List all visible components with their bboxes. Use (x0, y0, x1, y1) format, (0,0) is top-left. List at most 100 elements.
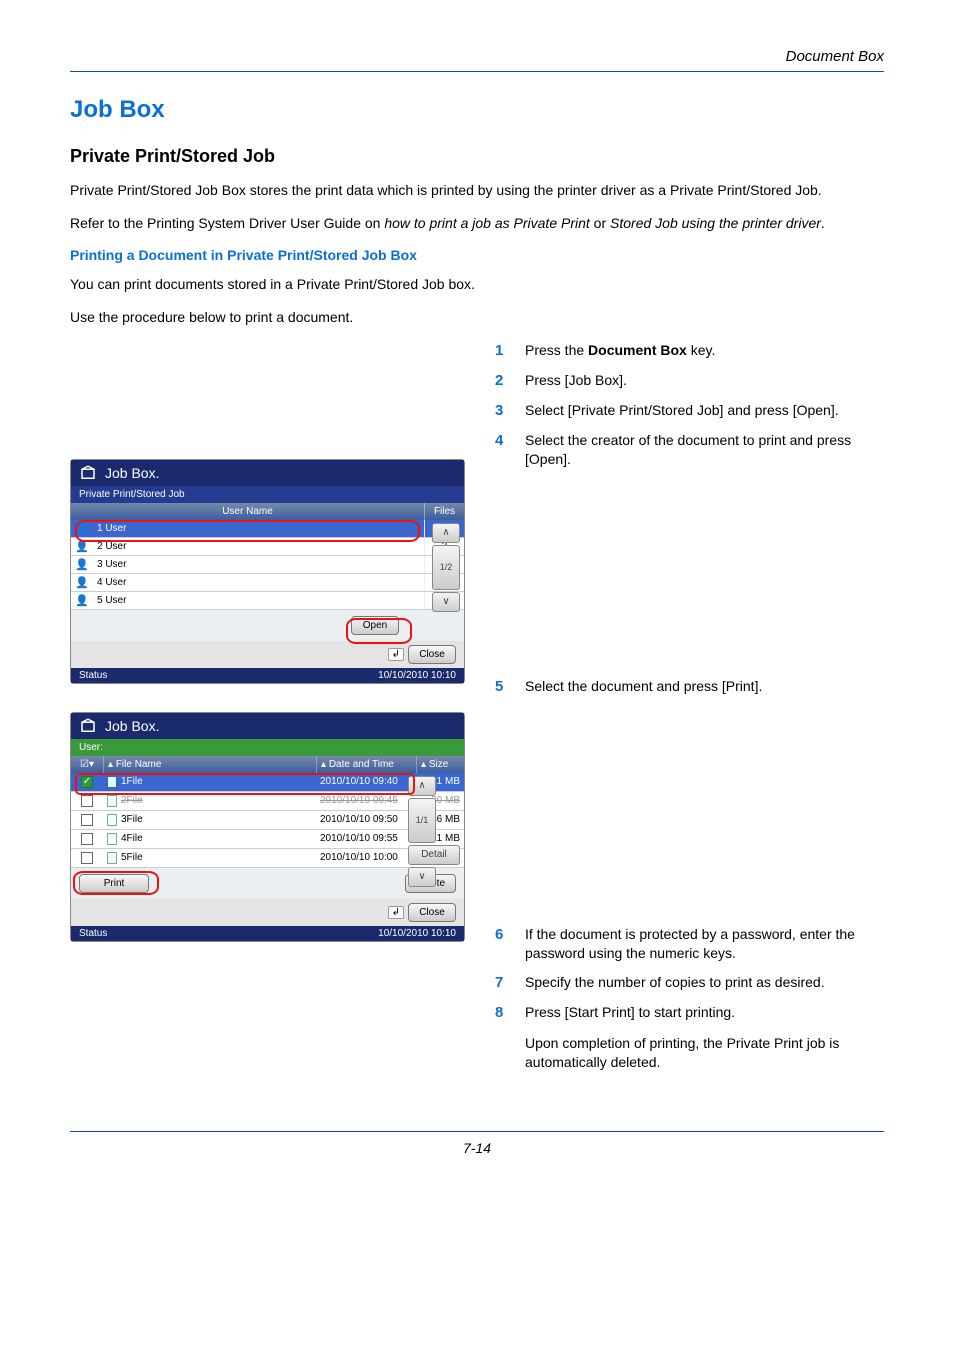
panel2-row-1-name: 1File (121, 776, 143, 787)
user-icon: 👤 (71, 594, 93, 607)
panel2-row-3-date: 2010/10/10 09:50 (316, 811, 416, 828)
checkbox-icon[interactable] (81, 795, 93, 807)
panel1-title: Job Box. (105, 465, 159, 481)
panel1-row-5[interactable]: 👤 5 User 1 (71, 592, 464, 610)
panel2-col-size[interactable]: ▴ Size (416, 756, 464, 773)
section-title: Job Box (70, 96, 884, 124)
panel2-list: ✓ 1File 2010/10/10 09:40 21 MB 2File 201… (71, 773, 464, 868)
panel2-row-2-date: 2010/10/10 09:45 (316, 792, 416, 809)
step-4: 4Select the creator of the document to p… (495, 431, 884, 469)
document-icon (107, 833, 117, 845)
step-8: 8Press [Start Print] to start printing. (495, 1003, 884, 1023)
panel1-row-3-name: 3 User (93, 556, 424, 573)
step-5: 5Select the document and press [Print]. (495, 677, 884, 697)
panel1-subbar: Private Print/Stored Job (71, 486, 464, 503)
checkbox-icon[interactable] (81, 833, 93, 845)
panel2-title: Job Box. (105, 718, 159, 734)
subsection-title: Private Print/Stored Job (70, 146, 884, 167)
step-1-b: Document Box (588, 342, 687, 358)
open-button[interactable]: Open (351, 616, 399, 635)
panel1-row-1-name: 1 User (93, 520, 424, 537)
panel2-row-1[interactable]: ✓ 1File 2010/10/10 09:40 21 MB (71, 773, 464, 792)
header-rule (70, 71, 884, 72)
step-2-text: Press [Job Box]. (525, 371, 627, 391)
scroll-up-button[interactable]: ∧ (432, 523, 460, 543)
step-1-a: Press the (525, 342, 588, 358)
panel1-col-files[interactable]: Files (424, 503, 464, 520)
scroll-down-button[interactable]: ∨ (408, 867, 436, 887)
header-title: Document Box (70, 48, 884, 65)
panel2-titlebar: Job Box. (71, 713, 464, 739)
box-icon (79, 717, 97, 735)
checkbox-icon[interactable] (81, 852, 93, 864)
panel1-row-5-name: 5 User (93, 592, 424, 609)
panel2-col-size-text: Size (429, 759, 448, 770)
checkbox-icon[interactable] (81, 814, 93, 826)
user-icon: 👤 (71, 540, 93, 553)
page-indicator: 1/1 (408, 798, 436, 843)
detail-button[interactable]: Detail (408, 845, 460, 865)
checkbox-checked-icon[interactable]: ✓ (81, 776, 93, 788)
step-6: 6If the document is protected by a passw… (495, 925, 884, 963)
scroll-down-button[interactable]: ∨ (432, 592, 460, 612)
link-title: Printing a Document in Private Print/Sto… (70, 247, 884, 263)
step-list: 1 Press the Document Box key. 2Press [Jo… (495, 341, 884, 470)
paragraph-canprint: You can print documents stored in a Priv… (70, 275, 884, 294)
enter-icon: ↲ (388, 906, 404, 919)
panel1-row-1[interactable]: 👤 1 User 5 (71, 520, 464, 538)
step-4-text: Select the creator of the document to pr… (525, 431, 884, 469)
document-icon (107, 852, 117, 864)
panel2-col-date-text: Date and Time (329, 759, 394, 770)
print-button[interactable]: Print (79, 874, 149, 893)
paragraph-refer: Refer to the Printing System Driver User… (70, 214, 884, 233)
panel2-row-2[interactable]: 2File 2010/10/10 09:45 30 MB (71, 792, 464, 811)
panel2-row-5[interactable]: 5File 2010/10/10 10:00 30 MB (71, 849, 464, 868)
panel2-col-date[interactable]: ▴ Date and Time (316, 756, 416, 773)
close-button[interactable]: Close (408, 645, 456, 664)
panel-jobbox-files: Job Box. User: ☑▾ ▴ File Name ▴ Date and… (70, 712, 465, 942)
panel2-row-3[interactable]: 3File 2010/10/10 09:50 36 MB (71, 811, 464, 830)
panel1-list: 👤 1 User 5 👤 2 User 2 👤 3 User 1 👤 4 Use… (71, 520, 464, 610)
step-8-text: Press [Start Print] to start printing. (525, 1003, 735, 1023)
panel1-row-4[interactable]: 👤 4 User 1 (71, 574, 464, 592)
user-icon: 👤 (71, 558, 93, 571)
page-indicator: 1/2 (432, 545, 460, 590)
panel2-row-4[interactable]: 4File 2010/10/10 09:55 21 MB (71, 830, 464, 849)
panel2-row-4-date: 2010/10/10 09:55 (316, 830, 416, 847)
user-icon: 👤 (71, 522, 93, 535)
panel2-col-check[interactable]: ☑▾ (71, 756, 103, 773)
close-button[interactable]: Close (408, 903, 456, 922)
panel1-timestamp: 10/10/2010 10:10 (378, 670, 456, 681)
para2-b: or (590, 215, 610, 231)
panel2-row-4-name: 4File (121, 833, 143, 844)
panel1-row-2-name: 2 User (93, 538, 424, 555)
panel2-col-name[interactable]: ▴ File Name (103, 756, 316, 773)
panel1-row-2[interactable]: 👤 2 User 2 (71, 538, 464, 556)
step-7-text: Specify the number of copies to print as… (525, 973, 825, 993)
panel2-status[interactable]: Status (79, 928, 107, 939)
document-icon (107, 814, 117, 826)
para2-i1: how to print a job as Private Print (384, 215, 589, 231)
step-3-text: Select [Private Print/Stored Job] and pr… (525, 401, 839, 421)
step-7: 7Specify the number of copies to print a… (495, 973, 884, 993)
step-5-text: Select the document and press [Print]. (525, 677, 762, 697)
document-icon (107, 795, 117, 807)
paragraph-procedure: Use the procedure below to print a docum… (70, 308, 884, 327)
step-6-text: If the document is protected by a passwo… (525, 925, 884, 963)
panel2-row-5-name: 5File (121, 852, 143, 863)
panel2-col-name-text: File Name (116, 759, 162, 770)
panel2-row-2-name: 2File (121, 795, 143, 806)
user-icon: 👤 (71, 576, 93, 589)
panel1-row-3[interactable]: 👤 3 User 1 (71, 556, 464, 574)
scroll-up-button[interactable]: ∧ (408, 776, 436, 796)
panel1-row-4-name: 4 User (93, 574, 424, 591)
step-1: 1 Press the Document Box key. (495, 341, 884, 361)
panel1-col-username[interactable]: User Name (71, 503, 424, 520)
panel2-row-3-name: 3File (121, 814, 143, 825)
panel1-titlebar: Job Box. (71, 460, 464, 486)
panel-jobbox-users: Job Box. Private Print/Stored Job User N… (70, 459, 465, 684)
para2-a: Refer to the Printing System Driver User… (70, 215, 384, 231)
panel1-status[interactable]: Status (79, 670, 107, 681)
para2-c: . (821, 215, 825, 231)
panel1-col-header: User Name Files (71, 503, 464, 520)
